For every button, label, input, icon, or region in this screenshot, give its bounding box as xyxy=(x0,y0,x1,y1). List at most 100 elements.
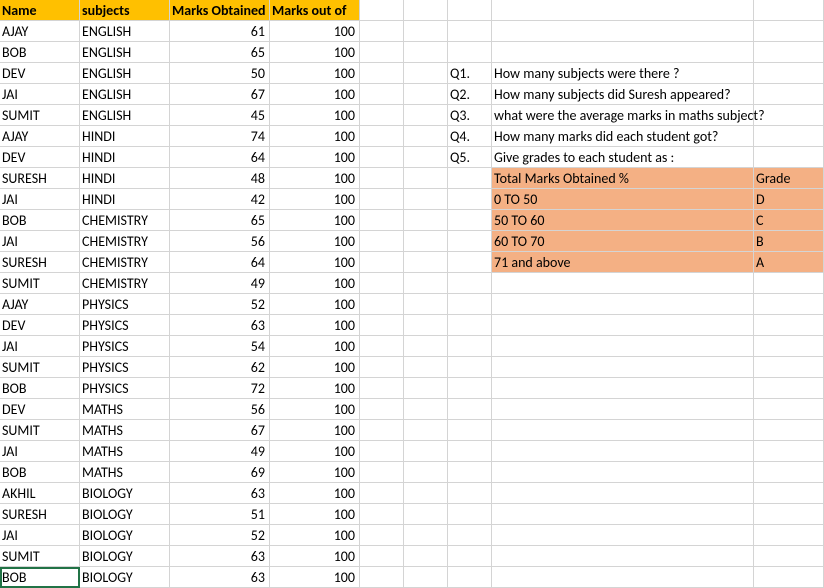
empty-cell[interactable] xyxy=(448,504,492,525)
empty-cell[interactable] xyxy=(404,0,448,21)
table-cell-name[interactable]: DEV xyxy=(0,147,80,168)
empty-cell[interactable] xyxy=(754,294,824,315)
empty-cell[interactable] xyxy=(448,441,492,462)
table-cell-subject[interactable]: BIOLOGY xyxy=(80,546,170,567)
table-cell-obtained[interactable]: 64 xyxy=(170,147,270,168)
empty-cell[interactable] xyxy=(754,84,824,105)
empty-cell[interactable] xyxy=(448,357,492,378)
table-cell-subject[interactable]: PHYSICS xyxy=(80,315,170,336)
table-cell-obtained[interactable]: 63 xyxy=(170,567,270,588)
empty-cell[interactable] xyxy=(754,462,824,483)
empty-cell[interactable] xyxy=(404,399,448,420)
table-cell-name[interactable]: DEV xyxy=(0,399,80,420)
table-cell-obtained[interactable]: 63 xyxy=(170,546,270,567)
question-number[interactable]: Q1. xyxy=(448,63,492,84)
table-cell-name[interactable]: AKHIL xyxy=(0,483,80,504)
table-cell-outof[interactable]: 100 xyxy=(270,336,360,357)
table-cell-subject[interactable]: MATHS xyxy=(80,399,170,420)
empty-cell[interactable] xyxy=(404,189,448,210)
table-cell-subject[interactable]: PHYSICS xyxy=(80,336,170,357)
table-cell-outof[interactable]: 100 xyxy=(270,441,360,462)
table-cell-outof[interactable]: 100 xyxy=(270,525,360,546)
empty-cell[interactable] xyxy=(404,336,448,357)
question-number[interactable]: Q3. xyxy=(448,105,492,126)
empty-cell[interactable] xyxy=(492,420,754,441)
empty-cell[interactable] xyxy=(492,483,754,504)
question-text[interactable]: How many marks did each student got? xyxy=(492,126,754,147)
empty-cell[interactable] xyxy=(404,294,448,315)
table-cell-outof[interactable]: 100 xyxy=(270,567,360,588)
empty-cell[interactable] xyxy=(360,357,404,378)
empty-cell[interactable] xyxy=(448,399,492,420)
empty-cell[interactable] xyxy=(404,147,448,168)
table-cell-obtained[interactable]: 49 xyxy=(170,273,270,294)
empty-cell[interactable] xyxy=(448,252,492,273)
table-cell-outof[interactable]: 100 xyxy=(270,189,360,210)
grade-range[interactable]: 71 and above xyxy=(492,252,754,273)
table-cell-subject[interactable]: CHEMISTRY xyxy=(80,210,170,231)
empty-cell[interactable] xyxy=(448,42,492,63)
table-cell-outof[interactable]: 100 xyxy=(270,42,360,63)
table-cell-subject[interactable]: ENGLISH xyxy=(80,84,170,105)
table-cell-obtained[interactable]: 72 xyxy=(170,378,270,399)
question-text[interactable]: Give grades to each student as : xyxy=(492,147,754,168)
table-cell-name[interactable]: SURESH xyxy=(0,504,80,525)
empty-cell[interactable] xyxy=(754,525,824,546)
empty-cell[interactable] xyxy=(404,21,448,42)
question-number[interactable]: Q2. xyxy=(448,84,492,105)
table-cell-subject[interactable]: MATHS xyxy=(80,441,170,462)
empty-cell[interactable] xyxy=(360,294,404,315)
empty-cell[interactable] xyxy=(404,483,448,504)
empty-cell[interactable] xyxy=(754,441,824,462)
table-cell-outof[interactable]: 100 xyxy=(270,126,360,147)
empty-cell[interactable] xyxy=(360,252,404,273)
empty-cell[interactable] xyxy=(492,357,754,378)
empty-cell[interactable] xyxy=(360,462,404,483)
grade-range[interactable]: 50 TO 60 xyxy=(492,210,754,231)
empty-cell[interactable] xyxy=(754,42,824,63)
table-cell-subject[interactable]: HINDI xyxy=(80,126,170,147)
empty-cell[interactable] xyxy=(492,21,754,42)
table-cell-name[interactable]: SURESH xyxy=(0,252,80,273)
table-cell-subject[interactable]: PHYSICS xyxy=(80,378,170,399)
empty-cell[interactable] xyxy=(404,210,448,231)
table-cell-outof[interactable]: 100 xyxy=(270,294,360,315)
table-cell-name[interactable]: BOB xyxy=(0,42,80,63)
empty-cell[interactable] xyxy=(448,273,492,294)
empty-cell[interactable] xyxy=(448,294,492,315)
empty-cell[interactable] xyxy=(360,420,404,441)
empty-cell[interactable] xyxy=(448,525,492,546)
question-text[interactable]: How many subjects were there ? xyxy=(492,63,754,84)
empty-cell[interactable] xyxy=(448,420,492,441)
table-cell-name[interactable]: SUMIT xyxy=(0,420,80,441)
empty-cell[interactable] xyxy=(754,147,824,168)
empty-cell[interactable] xyxy=(492,504,754,525)
table-cell-outof[interactable]: 100 xyxy=(270,504,360,525)
grade-letter[interactable]: D xyxy=(754,189,824,210)
table-cell-subject[interactable]: CHEMISTRY xyxy=(80,252,170,273)
empty-cell[interactable] xyxy=(360,315,404,336)
table-cell-obtained[interactable]: 67 xyxy=(170,84,270,105)
empty-cell[interactable] xyxy=(448,567,492,588)
empty-cell[interactable] xyxy=(360,105,404,126)
table-cell-subject[interactable]: ENGLISH xyxy=(80,42,170,63)
empty-cell[interactable] xyxy=(492,336,754,357)
empty-cell[interactable] xyxy=(448,336,492,357)
empty-cell[interactable] xyxy=(360,147,404,168)
table-cell-obtained[interactable]: 64 xyxy=(170,252,270,273)
empty-cell[interactable] xyxy=(448,0,492,21)
empty-cell[interactable] xyxy=(360,504,404,525)
table-cell-obtained[interactable]: 69 xyxy=(170,462,270,483)
table-cell-subject[interactable]: ENGLISH xyxy=(80,105,170,126)
table-cell-name[interactable]: BOB xyxy=(0,210,80,231)
empty-cell[interactable] xyxy=(754,357,824,378)
empty-cell[interactable] xyxy=(404,420,448,441)
table-cell-subject[interactable]: CHEMISTRY xyxy=(80,273,170,294)
empty-cell[interactable] xyxy=(754,546,824,567)
col-header-marks-out-of[interactable]: Marks out of xyxy=(270,0,360,21)
table-cell-outof[interactable]: 100 xyxy=(270,420,360,441)
table-cell-outof[interactable]: 100 xyxy=(270,462,360,483)
table-cell-name[interactable]: SUMIT xyxy=(0,357,80,378)
empty-cell[interactable] xyxy=(404,126,448,147)
empty-cell[interactable] xyxy=(360,336,404,357)
